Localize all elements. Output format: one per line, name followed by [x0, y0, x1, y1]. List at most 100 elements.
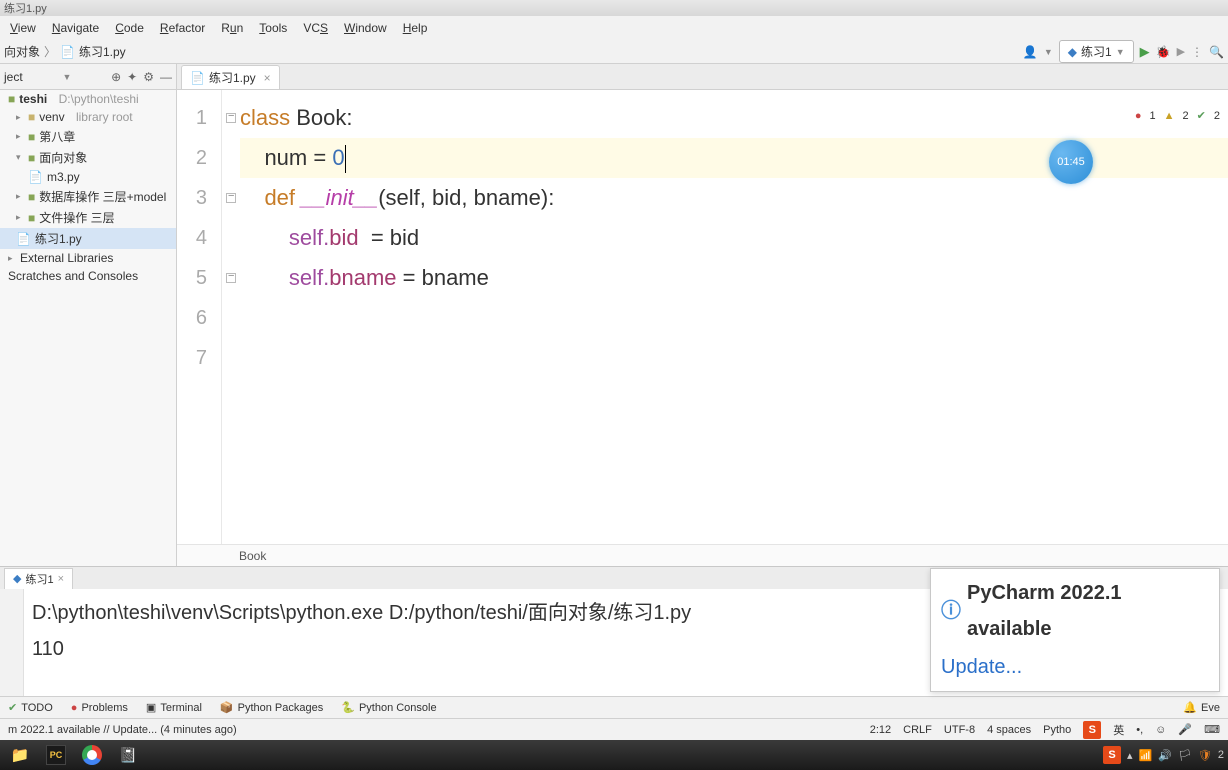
tree-folder[interactable]: ▸■第八章 [0, 126, 176, 147]
settings-icon[interactable]: ⚙ [143, 70, 154, 84]
tree-external-libs[interactable]: ▸External Libraries [0, 249, 176, 267]
todo-icon: ✔ [8, 701, 17, 714]
interpreter[interactable]: Pytho [1043, 724, 1071, 736]
tray-clock[interactable]: 2 [1218, 749, 1224, 761]
system-tray[interactable]: S ▴ 📶 🔊 🏳 🛡 2 [1103, 746, 1224, 764]
ime-mic-icon[interactable]: 🎤 [1178, 723, 1192, 736]
editor-breadcrumb[interactable]: Book [177, 544, 1228, 566]
titlebar: 练习1.py [0, 0, 1228, 16]
expand-all-icon[interactable]: ✦ [127, 70, 137, 84]
more-actions-button[interactable]: ⋮ [1191, 45, 1203, 59]
debug-button[interactable]: 🐞 [1156, 45, 1171, 59]
run-config-selector[interactable]: ◆ 练习1 ▼ [1059, 40, 1134, 63]
run-button[interactable]: ▶ [1140, 44, 1150, 60]
breadcrumb-item[interactable]: 练习1.py [79, 43, 126, 60]
tree-file[interactable]: 📄m3.py [0, 168, 176, 186]
fold-icon[interactable] [226, 113, 236, 123]
fold-icon[interactable] [226, 273, 236, 283]
line-separator[interactable]: CRLF [903, 724, 932, 736]
ime-keyboard-icon[interactable]: ⌨ [1204, 723, 1220, 736]
fold-gutter [222, 90, 240, 544]
menu-navigate[interactable]: Navigate [44, 19, 107, 37]
sidebar-title: ject [4, 70, 23, 84]
tree-file-active[interactable]: 📄练习1.py [0, 228, 176, 249]
status-message[interactable]: m 2022.1 available // Update... (4 minut… [8, 724, 237, 736]
menubar: View Navigate Code Refactor Run Tools VC… [0, 16, 1228, 40]
breadcrumb-file-icon: 📄 [60, 45, 75, 59]
taskbar-chrome[interactable] [76, 742, 108, 768]
error-icon: ● [1135, 96, 1142, 136]
project-tree[interactable]: ■teshi D:\python\teshi ▸■venv library ro… [0, 90, 176, 566]
menu-help[interactable]: Help [395, 19, 436, 37]
tray-wifi-icon[interactable]: 📶 [1139, 749, 1153, 762]
eventlog-icon: 🔔 [1183, 701, 1197, 714]
file-encoding[interactable]: UTF-8 [944, 724, 975, 736]
statusbar: m 2022.1 available // Update... (4 minut… [0, 718, 1228, 740]
sidebar-header: ject ▼ ⊕ ✦ ⚙ — [0, 64, 176, 90]
tray-sogou-icon[interactable]: S [1103, 746, 1121, 764]
tray-chevron-icon[interactable]: ▴ [1127, 749, 1133, 762]
ime-lang[interactable]: 英 [1113, 722, 1124, 738]
tw-pyconsole[interactable]: 🐍Python Console [341, 701, 436, 714]
tree-scratches[interactable]: Scratches and Consoles [0, 267, 176, 285]
taskbar-explorer[interactable] [4, 742, 36, 768]
tw-terminal[interactable]: ▣Terminal [146, 701, 202, 714]
fold-icon[interactable] [226, 193, 236, 203]
ime-sogou-icon[interactable]: S [1083, 721, 1101, 739]
tray-volume-icon[interactable]: 🔊 [1158, 749, 1172, 762]
tray-shield-icon[interactable]: 🛡 [1198, 749, 1212, 762]
menu-view[interactable]: View [2, 19, 44, 37]
menu-refactor[interactable]: Refactor [152, 19, 213, 37]
indent-setting[interactable]: 4 spaces [987, 724, 1031, 736]
tree-folder[interactable]: ▾■面向对象 [0, 147, 176, 168]
editor-area: 📄 练习1.py × 1234567 class Book: num = 0 [177, 64, 1228, 566]
breadcrumb-sep: 〉 [44, 43, 56, 60]
typo-icon: ✔ [1197, 96, 1206, 136]
line-gutter: 1234567 [177, 90, 222, 544]
menu-window[interactable]: Window [336, 19, 395, 37]
editor-body[interactable]: 1234567 class Book: num = 0 def __init__… [177, 90, 1228, 544]
menu-tools[interactable]: Tools [251, 19, 295, 37]
taskbar-notepad[interactable] [112, 742, 144, 768]
tree-folder[interactable]: ▸■文件操作 三层 [0, 207, 176, 228]
timer-badge[interactable]: 01:45 [1049, 140, 1093, 184]
close-icon[interactable]: × [264, 71, 271, 85]
inspection-summary[interactable]: ●1 ▲2 ✔2 [1135, 96, 1220, 136]
search-icon[interactable]: 🔍 [1209, 45, 1224, 59]
update-notification: ⓘPyCharm 2022.1 available Update... [930, 568, 1220, 692]
navbar: 向对象 〉 📄 练习1.py ▼ ◆ 练习1 ▼ ▶ 🐞 ▶ ⋮ 🔍 [0, 40, 1228, 64]
close-icon[interactable]: × [58, 573, 64, 585]
ime-punct-icon[interactable]: •, [1136, 724, 1143, 736]
menu-run[interactable]: Run [213, 19, 251, 37]
editor-tab-active[interactable]: 📄 练习1.py × [181, 65, 280, 89]
caret-position[interactable]: 2:12 [870, 724, 891, 736]
tree-venv[interactable]: ▸■venv library root [0, 108, 176, 126]
update-link[interactable]: Update... [941, 649, 1022, 685]
taskbar-pycharm[interactable]: PC [40, 742, 72, 768]
tray-flag-icon[interactable]: 🏳 [1178, 749, 1192, 762]
code-area[interactable]: class Book: num = 0 def __init__(self, b… [240, 90, 1228, 544]
run-panel: ◆ 练习1 × D:\python\teshi\venv\Scripts\pyt… [0, 566, 1228, 696]
menu-vcs[interactable]: VCS [295, 19, 336, 37]
hide-icon[interactable]: — [160, 70, 172, 84]
tree-folder[interactable]: ▸■数据库操作 三层+model [0, 186, 176, 207]
ime-smiley-icon[interactable]: ☺ [1155, 724, 1166, 736]
run-gutter [0, 589, 24, 696]
problems-icon: ● [71, 702, 78, 714]
chevron-down-icon[interactable]: ▼ [62, 72, 71, 82]
tw-todo[interactable]: ✔TODO [8, 701, 53, 714]
tree-project-root[interactable]: ■teshi D:\python\teshi [0, 90, 176, 108]
tw-problems[interactable]: ●Problems [71, 702, 128, 714]
run-tab-active[interactable]: ◆ 练习1 × [4, 568, 73, 589]
tw-eventlog[interactable]: 🔔Eve [1183, 701, 1220, 714]
user-chevron-icon[interactable]: ▼ [1044, 47, 1053, 57]
tw-pypackages[interactable]: 📦Python Packages [220, 701, 323, 714]
menu-code[interactable]: Code [107, 19, 152, 37]
run-config-name: 练习1 [1081, 43, 1112, 60]
project-sidebar: ject ▼ ⊕ ✦ ⚙ — ■teshi D:\python\teshi ▸■… [0, 64, 177, 566]
select-opened-icon[interactable]: ⊕ [111, 70, 121, 84]
breadcrumb-item[interactable]: 向对象 [4, 43, 40, 60]
user-icon[interactable] [1023, 45, 1038, 59]
run-coverage-button[interactable]: ▶ [1177, 45, 1185, 58]
console-output[interactable]: D:\python\teshi\venv\Scripts\python.exe … [24, 589, 1228, 696]
